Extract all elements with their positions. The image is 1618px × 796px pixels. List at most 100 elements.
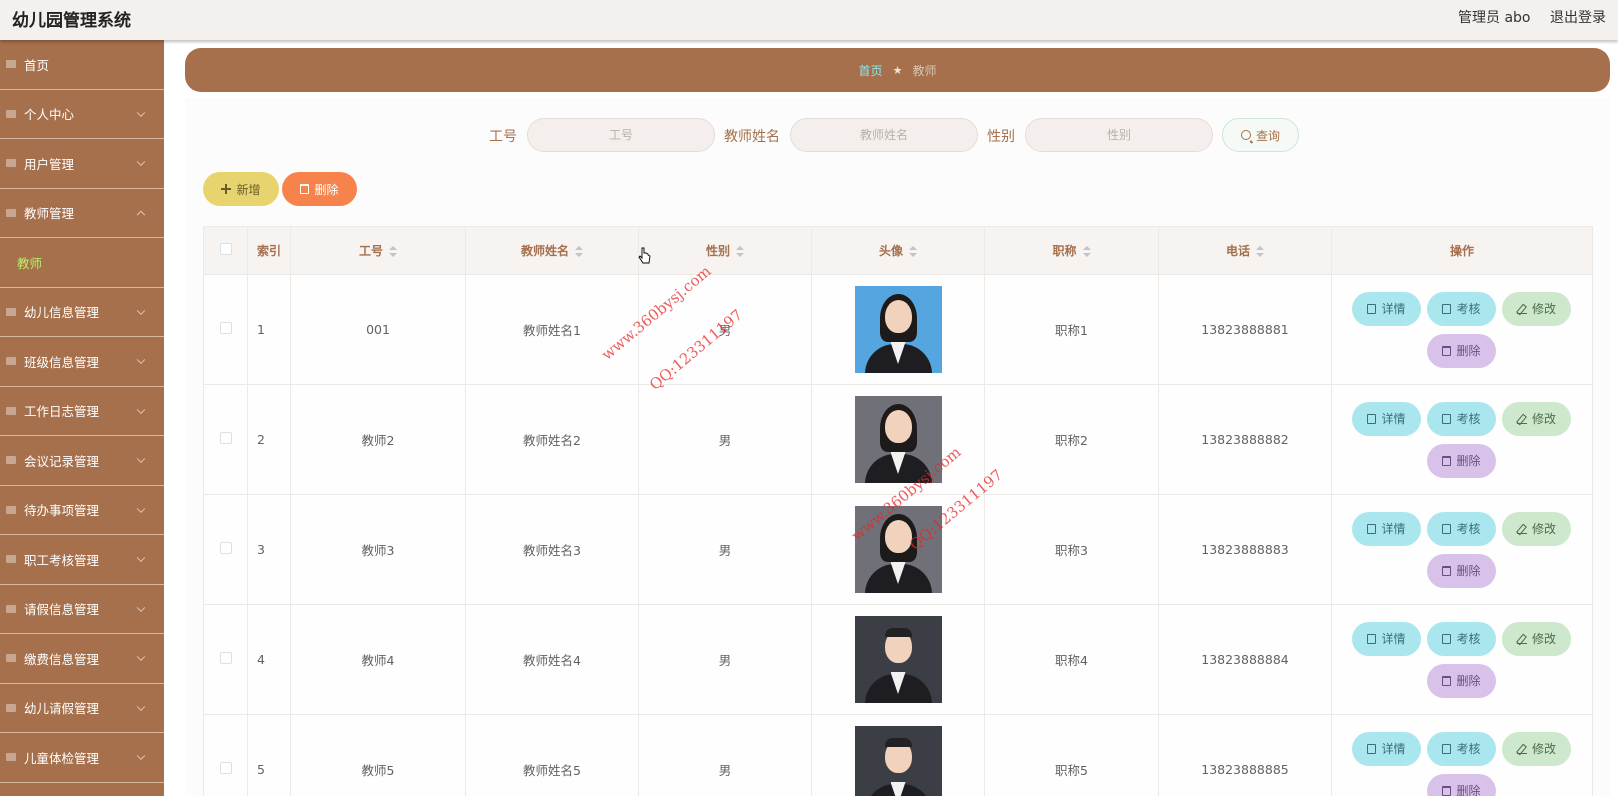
header-title[interactable]: 职称 [984,226,1159,275]
sidebar-item[interactable]: 工作日志管理 [0,387,164,436]
sort-icon[interactable] [1082,246,1091,257]
search-input-gender[interactable] [1025,118,1213,152]
audit-button[interactable]: 考核 [1427,401,1496,436]
breadcrumb: 首页 ★ 教师 [185,48,1610,92]
row-delete-button[interactable]: 删除 [1427,663,1496,698]
detail-button[interactable]: 详情 [1352,511,1421,546]
chevron-down-icon [136,108,146,117]
detail-button[interactable]: 详情 [1352,731,1421,766]
sidebar-item[interactable]: 职工考核管理 [0,535,164,585]
cell-id: 001 [290,274,466,385]
row-checkbox[interactable] [219,762,232,774]
row-delete-button[interactable]: 删除 [1427,773,1496,796]
sort-icon[interactable] [1256,246,1264,257]
detail-button[interactable]: 详情 [1352,401,1421,436]
sidebar-subitem-teacher[interactable]: 教师 [0,238,164,288]
cell-title: 职称5 [984,714,1159,796]
avatar[interactable] [854,396,942,483]
cell-id: 教师2 [290,384,466,495]
cell-title: 职称1 [984,274,1159,385]
audit-label: 考核 [1456,742,1481,756]
add-button-label: 新增 [236,182,261,197]
audit-button[interactable]: 考核 [1427,511,1496,546]
edit-button[interactable]: 修改 [1502,291,1571,326]
edit-icon [1516,524,1527,534]
row-checkbox[interactable] [219,542,232,554]
document-icon [1367,413,1377,424]
document-icon [1442,743,1452,754]
search-input-name[interactable] [790,118,978,152]
sort-icon[interactable] [909,246,917,257]
breadcrumb-home[interactable]: 首页 [859,62,883,79]
cell-name: 教师姓名1 [465,274,639,385]
cell-ops: 详情 考核 修改 删除 [1331,714,1593,796]
cell-phone: 13823888883 [1158,494,1332,605]
row-checkbox[interactable] [219,432,232,444]
sidebar-item[interactable]: 用户管理 [0,139,164,189]
row-checkbox[interactable] [219,322,232,334]
avatar[interactable] [854,506,942,593]
header-name[interactable]: 教师姓名 [465,226,639,275]
logout-link[interactable]: 退出登录 [1550,7,1606,27]
sidebar-item[interactable] [0,783,164,796]
detail-button[interactable]: 详情 [1352,621,1421,656]
chevron-down-icon [136,553,146,563]
table-row: 3 教师3 教师姓名3 男 职称3 13823888883 详情 考核 修改 删除 [203,494,1593,605]
edit-button[interactable]: 修改 [1502,731,1571,766]
header-avatar[interactable]: 头像 [811,226,985,275]
cell-title: 职称3 [984,494,1159,605]
header-ops: 操作 [1331,226,1593,275]
cell-title: 职称2 [984,384,1159,495]
sidebar-item[interactable]: 个人中心 [0,90,164,139]
header-id[interactable]: 工号 [290,226,466,275]
row-delete-button[interactable]: 删除 [1427,333,1496,368]
sidebar-item[interactable]: 缴费信息管理 [0,634,164,684]
header-phone[interactable]: 电话 [1158,226,1332,275]
sidebar-item[interactable]: 幼儿信息管理 [0,288,164,337]
table-header-row: 索引 工号 教师姓名 性别 头像 职称 电话 操作 [203,226,1593,275]
sidebar-item[interactable]: 请假信息管理 [0,585,164,634]
cell-phone: 13823888885 [1158,714,1332,796]
search-input-id[interactable] [527,118,715,152]
sort-icon[interactable] [389,246,397,257]
row-delete-button[interactable]: 删除 [1427,443,1496,478]
audit-button[interactable]: 考核 [1427,731,1496,766]
table-row: 2 教师2 教师姓名2 男 职称2 13823888882 详情 考核 修改 删除 [203,384,1593,495]
sidebar-item[interactable]: 待办事项管理 [0,486,164,535]
row-checkbox[interactable] [219,652,232,664]
detail-label: 详情 [1381,632,1406,646]
avatar[interactable] [854,616,942,703]
row-delete-button[interactable]: 删除 [1427,553,1496,588]
document-icon [1442,413,1452,424]
cell-index: 4 [247,604,291,715]
sort-icon[interactable] [575,246,583,257]
search-icon [1240,130,1251,140]
edit-button[interactable]: 修改 [1502,511,1571,546]
audit-button[interactable]: 考核 [1427,621,1496,656]
add-button[interactable]: 新增 [203,172,279,206]
edit-button[interactable]: 修改 [1502,621,1571,656]
audit-button[interactable]: 考核 [1427,291,1496,326]
sidebar-item[interactable]: 幼儿请假管理 [0,684,164,733]
cell-phone: 13823888882 [1158,384,1332,495]
detail-button[interactable]: 详情 [1352,291,1421,326]
sidebar-item[interactable]: 会议记录管理 [0,436,164,486]
avatar[interactable] [854,726,942,796]
edit-button[interactable]: 修改 [1502,401,1571,436]
select-all-checkbox[interactable] [219,243,232,255]
chevron-down-icon [136,751,146,761]
home-icon [5,58,17,70]
cell-ops: 详情 考核 修改 删除 [1331,274,1593,385]
avatar[interactable] [854,286,942,373]
sidebar-item[interactable]: 教师管理 [0,189,164,238]
search-button[interactable]: 查询 [1222,118,1299,152]
sort-icon[interactable] [736,246,744,257]
sidebar-item-label: 儿童体检管理 [24,750,100,766]
cell-phone: 13823888881 [1158,274,1332,385]
sidebar-item[interactable]: 班级信息管理 [0,337,164,387]
sidebar-item[interactable]: 儿童体检管理 [0,733,164,783]
sidebar-item[interactable]: 首页 [0,40,164,90]
header-gender[interactable]: 性别 [638,226,812,275]
sidebar-item-label: 会议记录管理 [24,453,100,469]
batch-delete-button[interactable]: 删除 [282,172,357,206]
